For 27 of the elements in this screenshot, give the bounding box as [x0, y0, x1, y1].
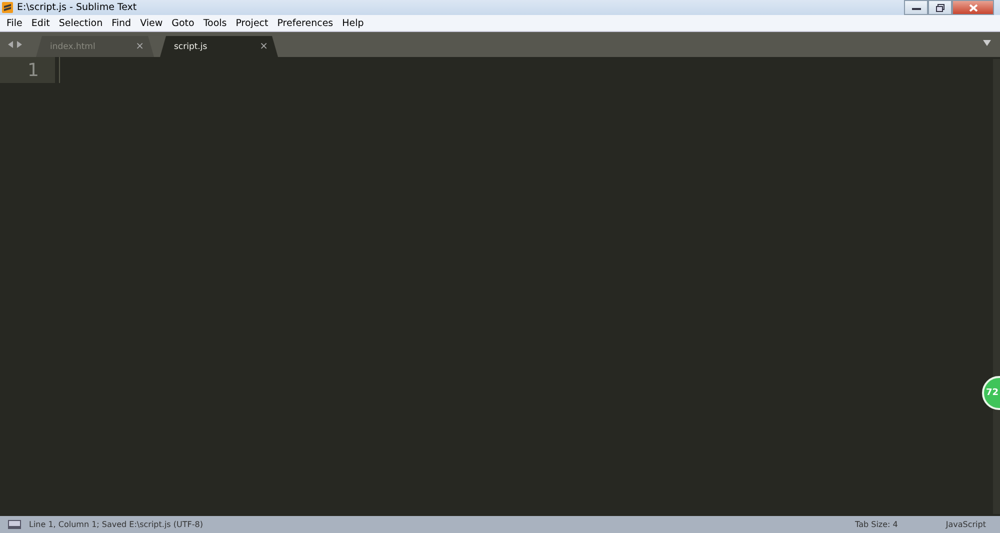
syntax-indicator[interactable]: JavaScript [946, 520, 986, 529]
dropdown-arrow-icon[interactable] [982, 39, 992, 47]
menu-item[interactable]: Goto [167, 18, 199, 28]
app-logo-icon [2, 2, 13, 13]
menu-item[interactable]: Edit [26, 18, 54, 28]
menu-item[interactable]: Tools [198, 18, 232, 28]
tab-size-indicator[interactable]: Tab Size: 4 [855, 520, 898, 529]
close-icon [968, 4, 978, 12]
status-text: Line 1, Column 1; Saved E:\script.js (UTF-8) [29, 520, 203, 529]
menu-item[interactable]: Preferences [272, 18, 338, 28]
close-tab-icon[interactable]: × [136, 41, 144, 52]
menu-item[interactable]: Selection [54, 18, 108, 28]
menu-item[interactable]: Project [231, 18, 273, 28]
editor-tab[interactable]: script.js × [160, 36, 278, 57]
editor-tab[interactable]: index.html × [36, 36, 154, 57]
window-title: E:\script.js - Sublime Text [17, 2, 138, 13]
panel-toggle-icon[interactable] [8, 520, 21, 529]
line-number: 1 [28, 60, 39, 80]
restore-icon [936, 4, 944, 12]
menu-item[interactable]: View [136, 18, 168, 28]
menu-item[interactable]: Help [338, 18, 368, 28]
menu-item[interactable]: File [2, 18, 27, 28]
close-tab-icon[interactable]: × [260, 41, 268, 52]
restore-button[interactable] [928, 0, 952, 15]
menu-item[interactable]: Find [107, 18, 136, 28]
minimize-button[interactable] [904, 0, 928, 15]
close-button[interactable] [952, 0, 994, 15]
